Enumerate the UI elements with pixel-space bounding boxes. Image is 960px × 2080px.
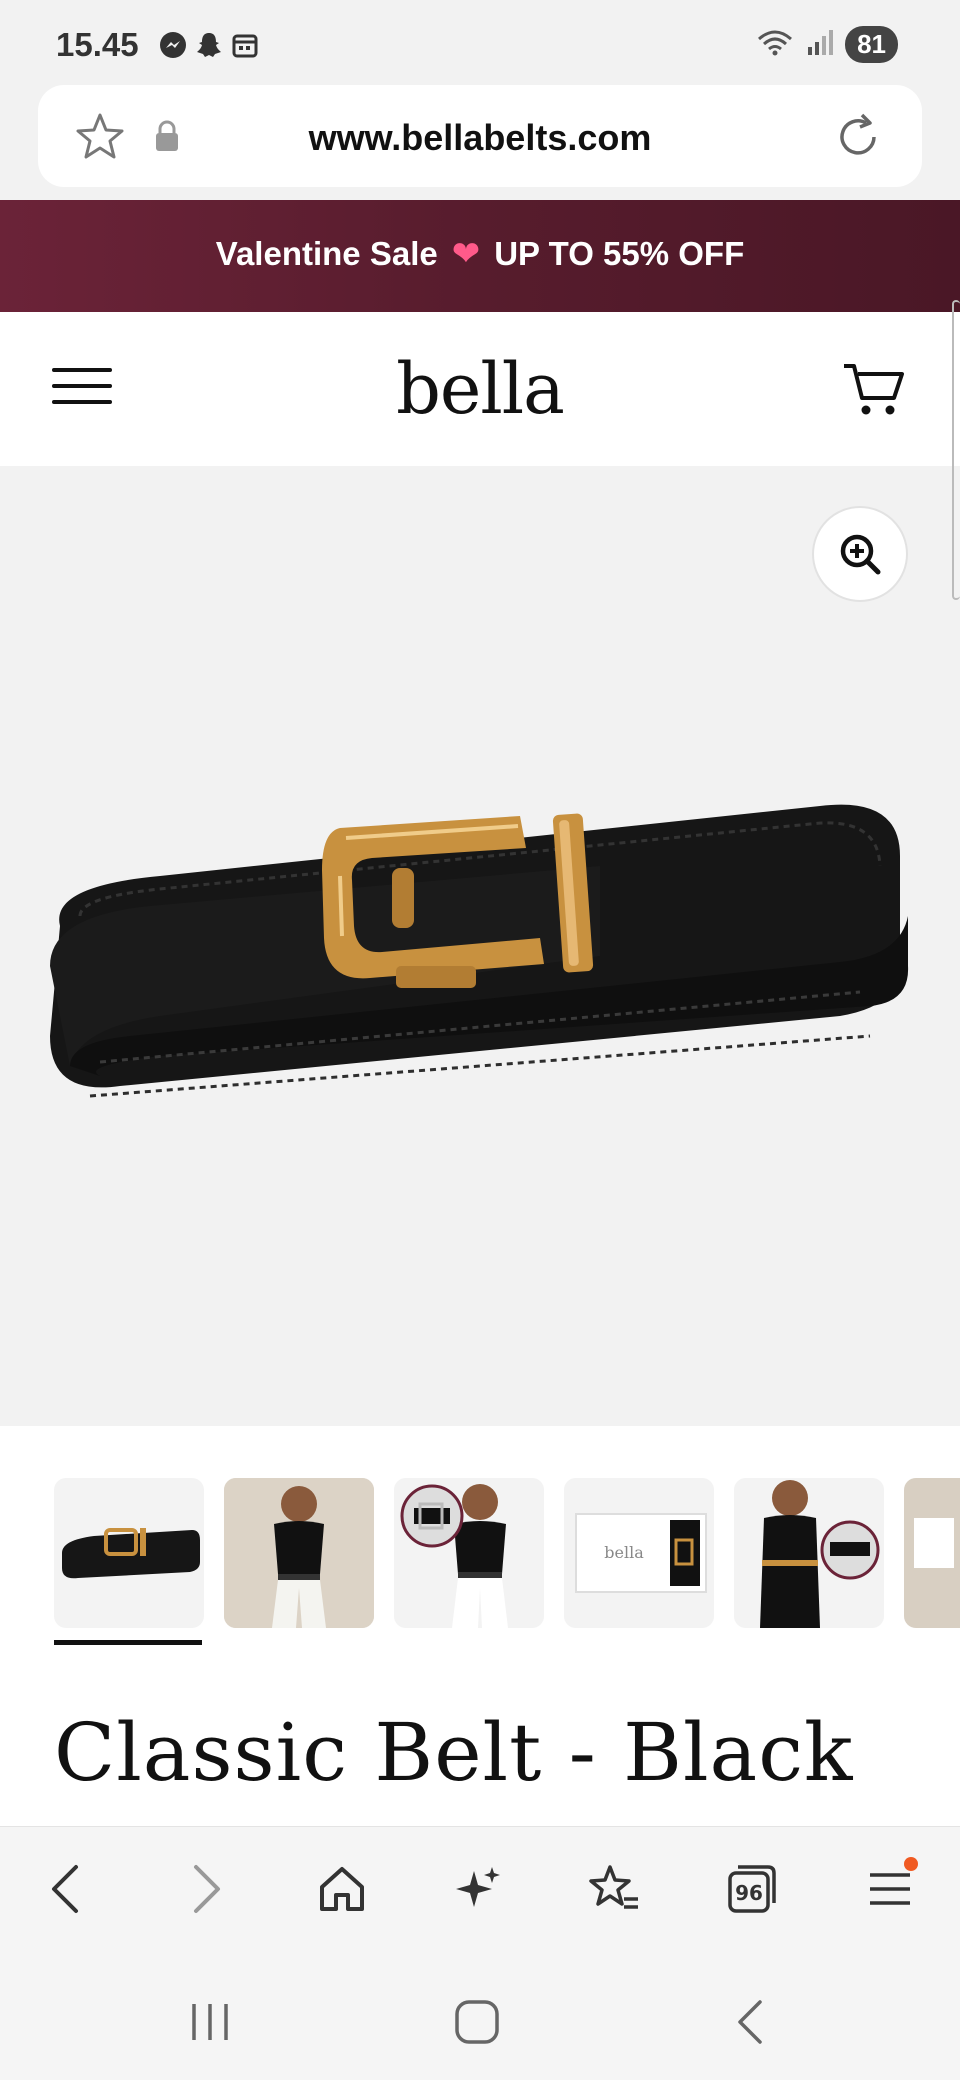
signal-icon: [805, 27, 835, 62]
sparkle-icon: [456, 1867, 500, 1907]
system-home-button[interactable]: [447, 1992, 507, 2052]
system-back-button[interactable]: [720, 1992, 780, 2052]
promo-banner[interactable]: Valentine Sale ❤ UP TO 55% OFF: [0, 200, 960, 312]
belt-image: [50, 804, 909, 1098]
bookmark-star-icon: [589, 1865, 638, 1909]
system-back-icon: [738, 2000, 762, 2044]
thumb-model-front[interactable]: [224, 1478, 374, 1628]
screen: 15.45 81 www.bellabelts.com Valentine Sa…: [0, 0, 960, 2080]
thumb-model-belt-closeup[interactable]: [734, 1478, 884, 1628]
system-navigation-bar: [0, 1952, 960, 2080]
site-header: bella: [0, 312, 960, 466]
system-home-icon: [455, 2000, 499, 2044]
status-time: 15.45: [56, 26, 139, 63]
forward-button[interactable]: [174, 1857, 238, 1921]
browser-toolbar: 96: [0, 1826, 960, 1952]
product-title: Classic Belt - Black: [54, 1706, 854, 1799]
product-hero-image[interactable]: [0, 466, 960, 1426]
battery-indicator: 81: [845, 26, 898, 63]
calendar-icon: [230, 30, 260, 60]
heart-icon: ❤: [451, 235, 481, 273]
product-title-section: Classic Belt - Black: [0, 1696, 960, 1826]
ai-assist-button[interactable]: [446, 1857, 510, 1921]
recent-apps-icon: [192, 2004, 228, 2040]
bookmarks-button[interactable]: [582, 1857, 646, 1921]
url-bar[interactable]: www.bellabelts.com: [38, 85, 922, 187]
zoom-in-icon: [840, 534, 881, 575]
promo-left-text: Valentine Sale: [215, 235, 438, 272]
status-right: 81: [755, 26, 898, 63]
gift-box-logo-text: bella: [604, 1543, 644, 1562]
tab-count: 96: [735, 1881, 763, 1905]
tabs-button[interactable]: 96: [720, 1857, 784, 1921]
cart-icon[interactable]: [842, 360, 906, 423]
notification-dot: [904, 1857, 918, 1871]
forward-icon: [194, 1865, 220, 1913]
thumb-belt-product[interactable]: [54, 1478, 204, 1628]
snapchat-icon: [194, 30, 224, 60]
reload-icon[interactable]: [832, 111, 884, 168]
home-button[interactable]: [310, 1857, 374, 1921]
status-notification-icons: [158, 30, 260, 60]
back-button[interactable]: [34, 1857, 98, 1921]
thumbnail-active-indicator: [54, 1640, 202, 1645]
site-logo[interactable]: bella: [0, 348, 960, 430]
thumb-model-buckle-detail[interactable]: [394, 1478, 544, 1628]
recent-apps-button[interactable]: [180, 1992, 240, 2052]
promo-right-text: UP TO 55% OFF: [494, 235, 745, 272]
status-bar: 15.45 81: [0, 0, 960, 86]
thumb-gift-box[interactable]: bella: [564, 1478, 714, 1628]
zoom-button[interactable]: [812, 506, 908, 602]
page-scrollbar[interactable]: [952, 300, 960, 600]
browser-menu-button[interactable]: [858, 1857, 922, 1921]
messenger-icon: [158, 30, 188, 60]
thumbnail-strip: bella: [0, 1426, 960, 1696]
back-icon: [52, 1865, 78, 1913]
home-icon: [320, 1867, 364, 1911]
url-text[interactable]: www.bellabelts.com: [38, 117, 922, 159]
tabs-icon: 96: [728, 1865, 776, 1913]
wifi-icon: [755, 27, 795, 62]
thumb-model-box[interactable]: [904, 1478, 960, 1628]
menu-icon: [870, 1873, 910, 1905]
